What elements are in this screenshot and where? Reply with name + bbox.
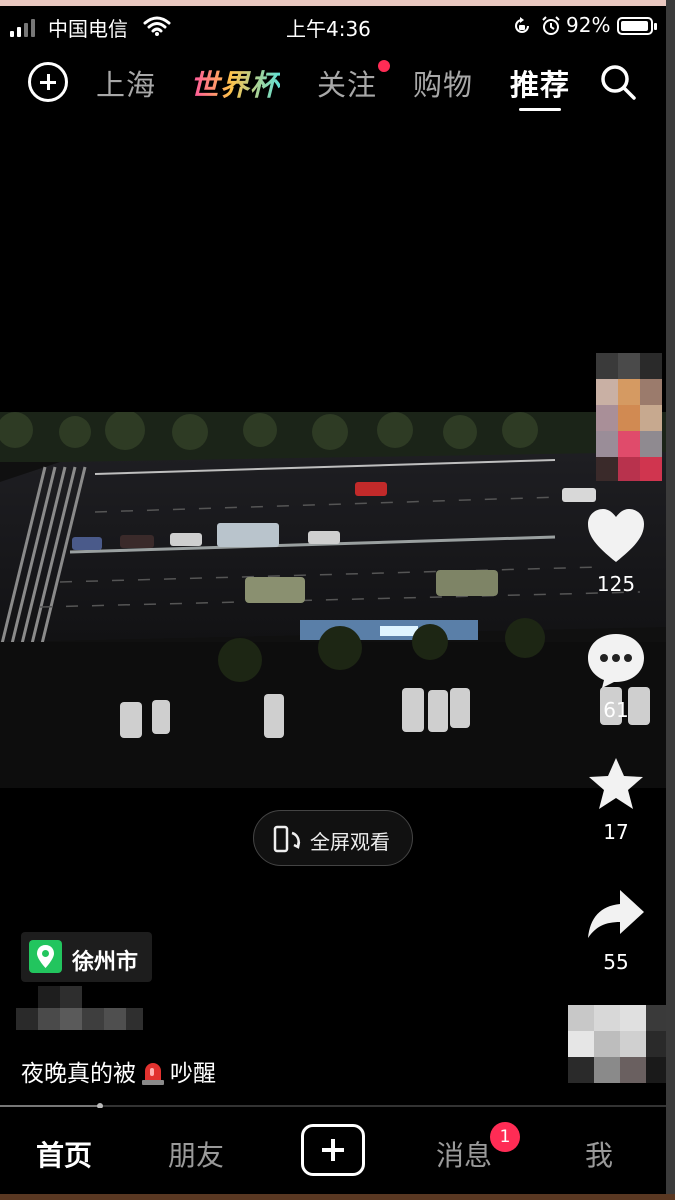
favorite-action[interactable]: 17 [576,756,656,844]
bottom-navigation: 首页 朋友 消息 1 我 [0,1108,666,1194]
tab-recommend[interactable]: 推荐 [510,62,570,104]
clock: 上午4:36 [286,17,371,41]
location-tag[interactable]: 徐州市 [21,932,152,982]
caption-text-after: 吵醒 [170,1061,216,1087]
star-icon [589,758,643,809]
wifi-icon [143,16,171,36]
tab-shopping[interactable]: 购物 [413,62,473,104]
tab-shanghai[interactable]: 上海 [96,62,156,104]
messages-badge: 1 [490,1122,520,1152]
author-name-blurred[interactable] [16,986,143,1030]
avatar-image [596,353,662,481]
search-icon[interactable] [598,62,638,102]
rotation-lock-icon [515,17,529,33]
screen-frame-right [666,0,675,1200]
comment-icon [588,634,644,688]
fullscreen-label: 全屏观看 [310,830,390,854]
tab-me[interactable]: 我 [585,1134,613,1174]
location-label: 徐州市 [72,950,139,975]
rotate-screen-icon [273,825,301,853]
tab-follow[interactable]: 关注 [317,62,377,104]
battery-percentage: 92% [566,13,611,37]
like-action[interactable]: 125 [576,508,656,596]
siren-icon [140,1058,166,1092]
share-count: 55 [603,950,629,974]
battery-icon [617,17,657,35]
signal-strength-icon [10,19,35,37]
music-disc[interactable] [568,1005,666,1083]
comment-action[interactable]: 61 [576,632,656,722]
tab-home[interactable]: 首页 [36,1134,92,1174]
add-circle-icon[interactable] [28,62,68,102]
creator-avatar[interactable] [596,353,662,481]
video-player[interactable] [0,412,666,788]
tab-world-cup[interactable]: 世界杯 [190,62,280,104]
active-tab-indicator [519,108,561,111]
status-bar: 中国电信 上午4:36 92% [0,6,666,44]
tab-messages[interactable]: 消息 [436,1134,492,1174]
top-navigation: 上海 世界杯 关注 购物 推荐 [0,50,666,120]
carrier-name: 中国电信 [48,17,128,41]
location-pin-icon [29,940,62,973]
fullscreen-watch-button[interactable]: 全屏观看 [253,810,413,866]
video-progress-bar[interactable] [0,1103,666,1109]
like-count: 125 [596,572,636,596]
comment-count: 61 [603,698,629,722]
favorite-count: 17 [603,820,629,844]
alarm-icon [542,16,560,35]
music-cover-image [568,1005,666,1083]
video-caption: 夜晚真的被 吵醒 [21,1054,216,1092]
share-action[interactable]: 55 [576,886,656,974]
caption-text-before: 夜晚真的被 [21,1061,136,1087]
video-progress-fill [0,1105,100,1107]
tab-friends[interactable]: 朋友 [168,1134,224,1174]
heart-icon [588,509,644,562]
follow-notification-dot [378,60,390,72]
create-video-button[interactable] [301,1124,365,1176]
screen-frame-bottom [0,1194,675,1200]
night-street-video-frame [0,412,666,788]
share-arrow-icon [588,890,644,938]
